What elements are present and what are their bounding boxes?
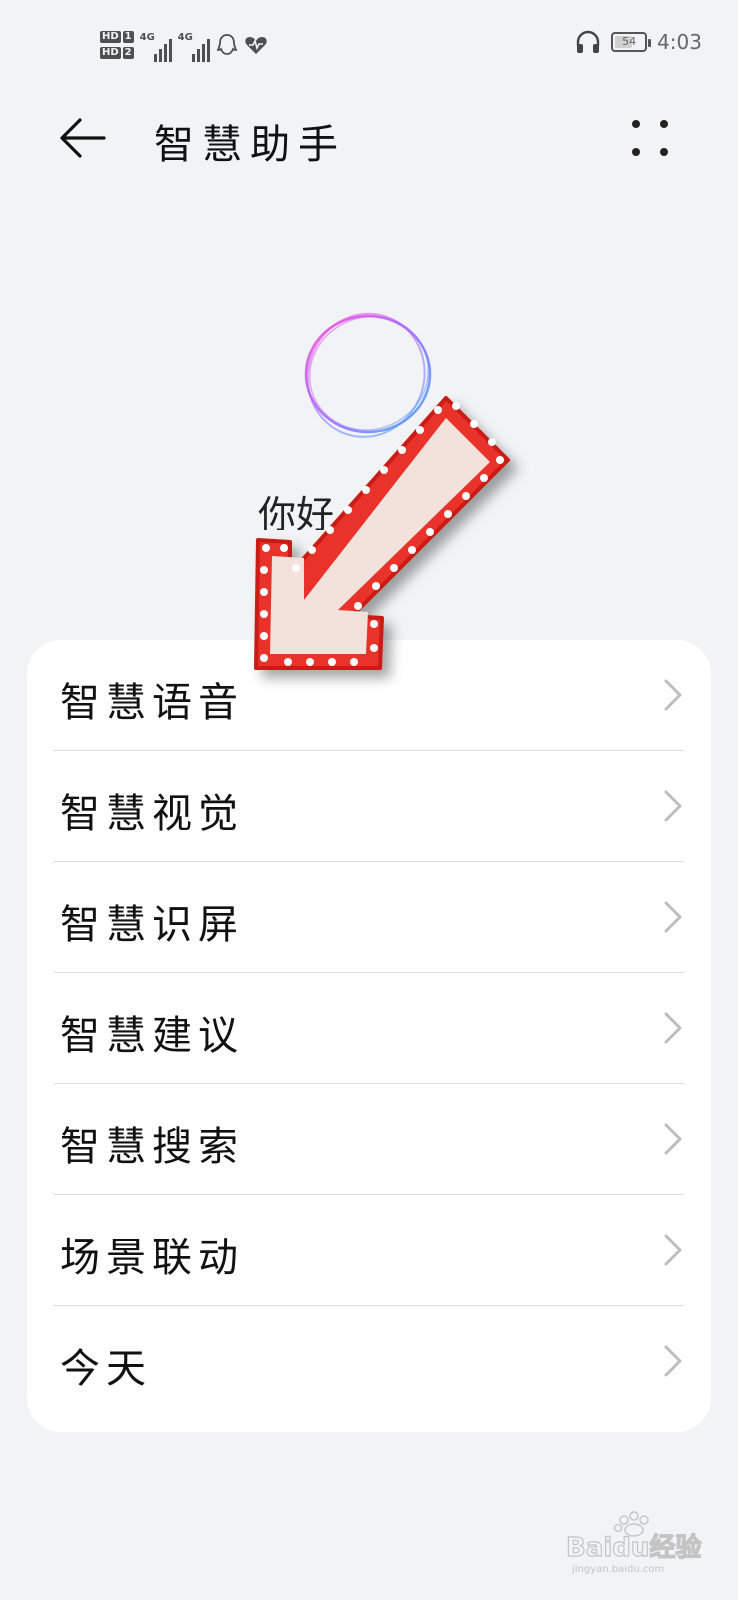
qq-icon — [216, 34, 237, 55]
battery-level: 54 — [622, 35, 637, 48]
menu-item-label: 智慧视觉 — [60, 791, 244, 837]
menu-item-label: 智慧识屏 — [60, 902, 244, 948]
app-bar: 智慧助手 — [0, 90, 738, 186]
settings-card: 智慧语音 智慧视觉 智慧识屏 智慧建议 智慧搜索 场景联动 今天 — [27, 640, 711, 1432]
menu-item-label: 智慧搜索 — [60, 1124, 244, 1170]
chevron-right-icon — [664, 1345, 682, 1377]
menu-item-label: 今天 — [60, 1346, 152, 1392]
menu-item-smart-vision[interactable]: 智慧视觉 — [27, 751, 711, 862]
watermark-subtext: jingyan.baidu.com — [571, 1564, 664, 1575]
status-right: 54 4:03 — [575, 30, 702, 54]
sim-indicators: HD 1 HD 2 — [100, 31, 134, 59]
status-bar: HD 1 HD 2 4G 4G 54 4:03 — [0, 0, 738, 90]
chevron-right-icon — [664, 901, 682, 933]
sim1-indicator: HD 1 — [100, 31, 134, 43]
battery-icon: 54 — [611, 32, 652, 52]
watermark-text: Baidu经验 — [566, 1532, 701, 1563]
sim1-slot: 1 — [122, 31, 134, 43]
more-button[interactable] — [620, 108, 680, 168]
pointer-arrow-icon — [254, 396, 510, 670]
chevron-right-icon — [664, 1123, 682, 1155]
chevron-right-icon — [664, 1012, 682, 1044]
signal2-icon: 4G — [178, 28, 210, 62]
network2-label: 4G — [177, 32, 193, 43]
sim2-slot: 2 — [122, 47, 134, 59]
menu-item-smart-search[interactable]: 智慧搜索 — [27, 1084, 711, 1195]
back-arrow-icon — [60, 118, 106, 158]
menu-item-label: 智慧语音 — [60, 680, 244, 726]
baidu-watermark-logo: Baidu经验 jingyan.baidu.com — [566, 1511, 702, 1575]
chevron-right-icon — [664, 790, 682, 822]
sim2-hd-badge: HD — [100, 47, 121, 59]
status-left: HD 1 HD 2 4G 4G — [100, 22, 268, 68]
signal-icon: 4G — [140, 28, 172, 62]
chevron-right-icon — [664, 679, 682, 711]
sim1-hd-badge: HD — [100, 31, 121, 43]
page-title: 智慧助手 — [154, 122, 346, 168]
network1-label: 4G — [139, 32, 155, 43]
menu-item-label: 智慧建议 — [60, 1013, 244, 1059]
sim2-indicator: HD 2 — [100, 47, 134, 59]
more-dots-icon — [632, 120, 668, 156]
back-button[interactable] — [52, 108, 112, 168]
menu-item-scene-linkage[interactable]: 场景联动 — [27, 1195, 711, 1306]
chevron-right-icon — [664, 1234, 682, 1266]
menu-item-label: 场景联动 — [60, 1235, 244, 1281]
menu-item-smart-suggestions[interactable]: 智慧建议 — [27, 973, 711, 1084]
menu-item-today[interactable]: 今天 — [27, 1306, 711, 1417]
menu-item-smart-screen[interactable]: 智慧识屏 — [27, 862, 711, 973]
headphones-icon — [576, 30, 600, 53]
health-icon — [244, 37, 267, 54]
status-time: 4:03 — [657, 30, 702, 54]
